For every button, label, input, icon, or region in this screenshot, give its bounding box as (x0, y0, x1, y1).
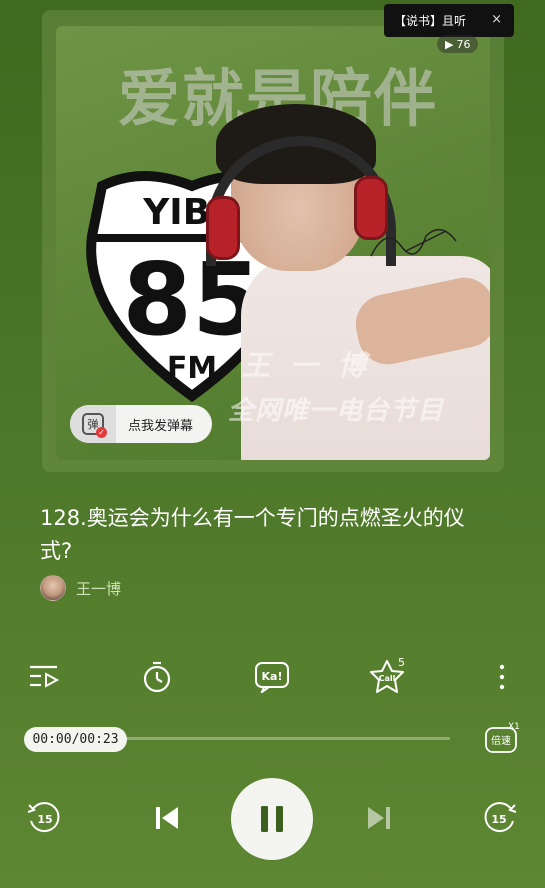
danmaku-label: 点我发弹幕 (128, 418, 194, 434)
call-count-badge: 5 (398, 656, 405, 669)
signature (370, 228, 457, 257)
call-label: Call (379, 674, 396, 683)
shield-bottom-text: FM (167, 351, 217, 386)
forward-15-button[interactable]: 15 (480, 798, 520, 838)
playback-controls: 15 15 (0, 778, 545, 864)
rewind-icon: 15 (27, 802, 60, 833)
previous-button[interactable] (150, 800, 184, 836)
danmaku-button[interactable]: 弹 ✓ 点我发弹幕 (70, 405, 212, 443)
author-row[interactable]: 王一博 (40, 575, 121, 601)
skip-previous-icon (156, 807, 178, 829)
skip-next-icon (368, 807, 390, 829)
danmaku-icon: 弹 ✓ (82, 413, 107, 438)
avatar[interactable] (40, 575, 66, 601)
speed-label: 倍速 (491, 734, 511, 747)
author-name[interactable]: 王一博 (76, 578, 121, 599)
rewind-15-button[interactable]: 15 (24, 798, 64, 838)
more-vertical-icon[interactable] (480, 655, 524, 699)
timer-icon[interactable] (135, 655, 179, 699)
next-button[interactable] (362, 800, 396, 836)
playlist-icon[interactable] (22, 655, 66, 699)
danmaku-icon-wrap: 弹 ✓ (70, 405, 116, 443)
forward-icon: 15 (484, 802, 517, 833)
pause-button[interactable] (231, 778, 313, 860)
ka-label: Ka! (262, 670, 283, 683)
tip-text: 【说书】且听 (394, 14, 467, 28)
rewind-label: 15 (37, 813, 52, 826)
forward-label: 15 (491, 813, 506, 826)
cover-tagline: 全网唯一电台节目 (228, 396, 445, 426)
speed-multiplier: X1 (508, 722, 520, 732)
tool-row: Ka! Call (0, 655, 545, 703)
play-triangle-icon: ▶ (445, 37, 454, 51)
danmaku-check-icon: ✓ (96, 427, 107, 438)
close-icon[interactable]: × (491, 12, 502, 27)
play-count-value: 76 (456, 37, 471, 51)
headphone-left-cup (206, 196, 240, 260)
play-count-badge: ▶ 76 (437, 35, 479, 53)
ka-button[interactable]: Ka! (250, 655, 294, 699)
tip-popup[interactable]: 【说书】且听 × (384, 4, 514, 37)
progress-thumb-time[interactable]: 00:00/00:23 (24, 727, 127, 752)
pause-icon (261, 806, 283, 832)
episode-title: 128.奥运会为什么有一个专门的点燃圣火的仪式? (40, 506, 465, 563)
album-cover[interactable]: 爱就是陪伴 YIBO 85 FM 王一博 全网唯一电台节目 (56, 26, 490, 460)
cover-name: 王一博 (242, 349, 387, 382)
